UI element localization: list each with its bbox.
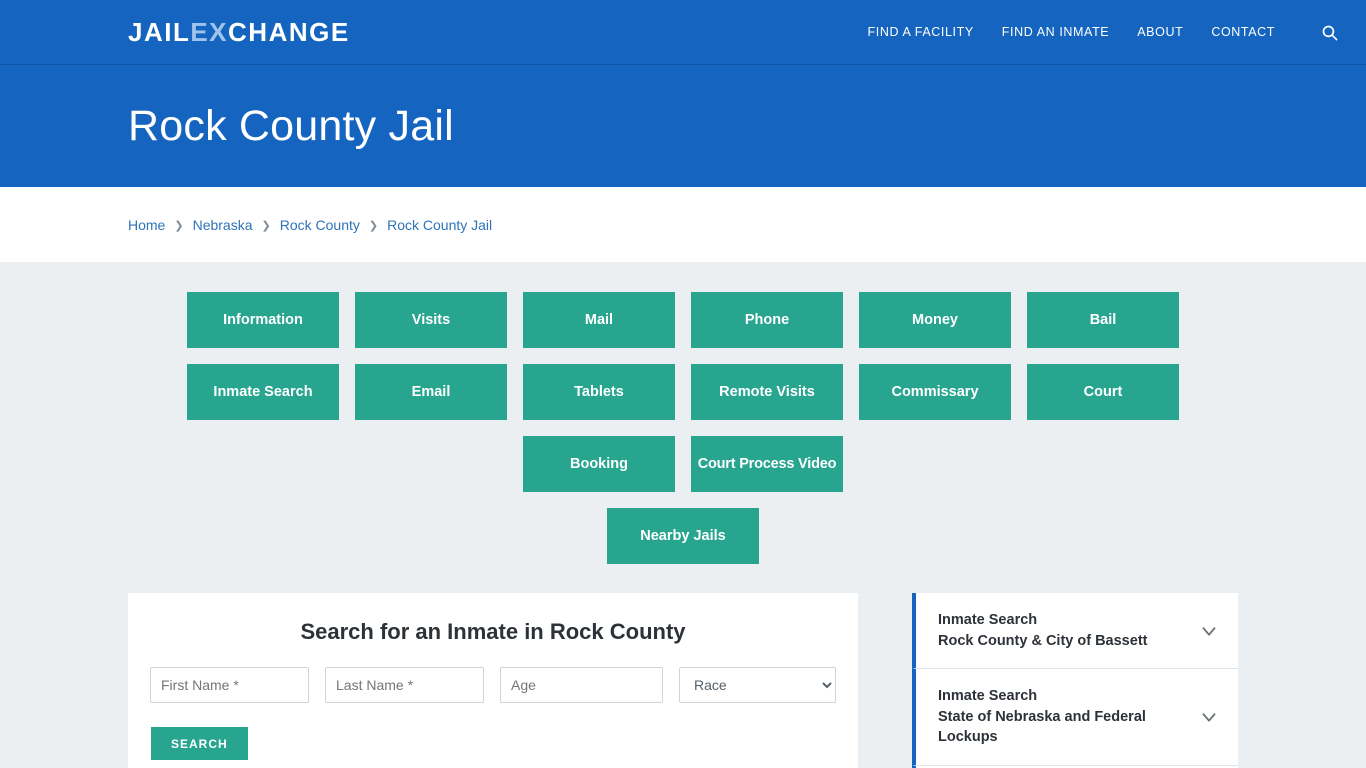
accordion-item-inmate-search-local[interactable]: Inmate Search Rock County & City of Bass…	[912, 593, 1238, 670]
tile-nearby-jails[interactable]: Nearby Jails	[607, 508, 759, 564]
last-name-input[interactable]	[325, 667, 484, 703]
nav-item-contact[interactable]: CONTACT	[1211, 25, 1275, 39]
site-logo[interactable]: JAILEXCHANGE	[128, 17, 350, 48]
race-select[interactable]: Race	[679, 667, 836, 703]
breadcrumb-separator-icon: ❯	[368, 220, 379, 232]
breadcrumb-item-current: Rock County Jail	[387, 216, 493, 233]
accordion-title: Inmate Search	[938, 612, 1038, 628]
breadcrumb: Home ❯ Nebraska ❯ Rock County ❯ Rock Cou…	[128, 217, 492, 233]
tile-remote-visits[interactable]: Remote Visits	[691, 364, 843, 420]
tile-email[interactable]: Email	[355, 364, 507, 420]
logo-primary: JAIL	[128, 16, 191, 47]
main-column: Search for an Inmate in Rock County Race…	[128, 593, 858, 768]
first-name-input[interactable]	[150, 667, 309, 703]
nav-item-find-an-inmate[interactable]: FIND AN INMATE	[1002, 25, 1109, 39]
sidebar-accordion: Inmate Search Rock County & City of Bass…	[912, 593, 1238, 768]
accordion-item-inmate-search-state[interactable]: Inmate Search State of Nebraska and Fede…	[912, 669, 1238, 766]
tile-court-process-video[interactable]: Court Process Video	[691, 436, 843, 492]
inmate-search-card: Search for an Inmate in Rock County Race…	[128, 593, 858, 768]
tile-money[interactable]: Money	[859, 292, 1011, 348]
tile-visits[interactable]: Visits	[355, 292, 507, 348]
tile-commissary[interactable]: Commissary	[859, 364, 1011, 420]
age-input[interactable]	[500, 667, 663, 703]
breadcrumb-bar: Home ❯ Nebraska ❯ Rock County ❯ Rock Cou…	[0, 187, 1366, 262]
tile-bail[interactable]: Bail	[1027, 292, 1179, 348]
tile-mail[interactable]: Mail	[523, 292, 675, 348]
content-area: Search for an Inmate in Rock County Race…	[128, 593, 1238, 768]
accordion-text: Inmate Search Rock County & City of Bass…	[938, 610, 1147, 651]
nav-item-find-a-facility[interactable]: FIND A FACILITY	[868, 25, 974, 39]
page-title: Rock County Jail	[128, 101, 454, 150]
tile-booking[interactable]: Booking	[523, 436, 675, 492]
search-heading: Search for an Inmate in Rock County	[300, 619, 686, 644]
search-fields: Race	[150, 667, 836, 703]
accordion-text: Inmate Search State of Nebraska and Fede…	[938, 686, 1198, 748]
tile-court[interactable]: Court	[1027, 364, 1179, 420]
tile-phone[interactable]: Phone	[691, 292, 843, 348]
accordion-title: Inmate Search	[938, 688, 1038, 705]
chevron-down-icon[interactable]	[1198, 620, 1220, 642]
page-body: Information Visits Mail Phone Money Bail…	[0, 262, 1366, 768]
accordion-subtitle: State of Nebraska and Federal Lockups	[938, 708, 1146, 746]
accordion-subtitle: Rock County & City of Bassett	[938, 632, 1148, 649]
breadcrumb-item-home[interactable]: Home	[128, 217, 165, 233]
tile-row-last: Nearby Jails	[128, 508, 1238, 564]
logo-accent: EX	[190, 16, 229, 47]
tile-inmate-search[interactable]: Inmate Search	[187, 364, 339, 420]
logo-secondary: CHANGE	[228, 16, 350, 47]
chevron-down-icon[interactable]	[1198, 706, 1220, 728]
site-header: JAILEXCHANGE FIND A FACILITY FIND AN INM…	[0, 0, 1366, 65]
search-icon[interactable]	[1321, 24, 1338, 41]
breadcrumb-item-rock-county[interactable]: Rock County	[280, 217, 360, 233]
tile-information[interactable]: Information	[187, 292, 339, 348]
breadcrumb-item-nebraska[interactable]: Nebraska	[193, 217, 253, 233]
breadcrumb-separator-icon: ❯	[174, 220, 184, 232]
main-navigation: FIND A FACILITY FIND AN INMATE ABOUT CON…	[868, 24, 1348, 41]
nav-item-about[interactable]: ABOUT	[1137, 25, 1183, 39]
search-button[interactable]: SEARCH	[151, 727, 248, 760]
page-hero: Rock County Jail	[0, 65, 1366, 187]
facility-tile-grid: Information Visits Mail Phone Money Bail…	[128, 292, 1238, 564]
breadcrumb-separator-icon: ❯	[261, 220, 271, 232]
tile-tablets[interactable]: Tablets	[523, 364, 675, 420]
